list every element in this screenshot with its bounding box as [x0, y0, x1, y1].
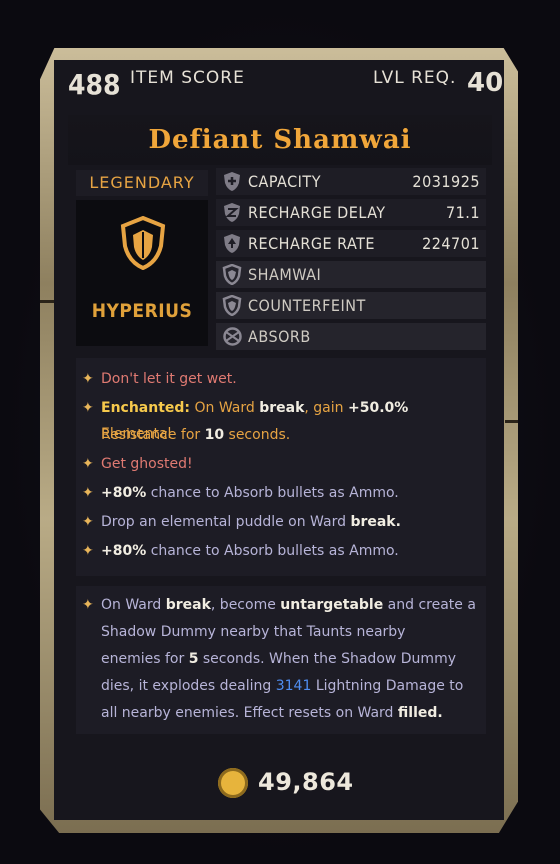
stat-recharge-delay: RECHARGE DELAY 71.1: [216, 199, 486, 226]
level-requirement-value: 40: [467, 68, 504, 98]
absorb-icon: [223, 327, 242, 346]
stat-label: COUNTERFEINT: [248, 296, 366, 315]
item-score-value: 488: [68, 68, 121, 101]
stat-label: RECHARGE RATE: [248, 234, 375, 253]
frame-crack: [40, 300, 54, 303]
shield-icon: [222, 295, 242, 316]
perk-text: +80% chance to Absorb bullets as Ammo.: [101, 543, 399, 559]
item-header: 488 ITEM SCORE LVL REQ. 40: [58, 62, 504, 102]
perk-text: Resistance for 10 seconds.: [101, 427, 291, 443]
stat-value: 224701: [422, 234, 480, 253]
perk-text: Get ghosted!: [101, 456, 193, 472]
manufacturer-logo: HYPERIUS: [91, 300, 193, 322]
perk-text: +80% chance to Absorb bullets as Ammo.: [101, 485, 399, 501]
stat-label: ABSORB: [248, 327, 311, 346]
stat-counterfeint: COUNTERFEINT: [216, 292, 486, 319]
currency-coin-icon: [218, 768, 248, 798]
frame-crack: [505, 420, 518, 423]
stat-label: SHAMWAI: [248, 265, 322, 284]
sparkle-icon: ✦: [82, 371, 94, 387]
description-text: On Ward break, become untargetable and c…: [101, 597, 476, 721]
stat-value: 2031925: [412, 172, 480, 191]
stat-label: CAPACITY: [248, 172, 321, 191]
sparkle-icon: ✦: [82, 514, 94, 530]
item-emblem-panel: HYPERIUS: [76, 200, 208, 346]
stat-capacity: CAPACITY 2031925: [216, 168, 486, 195]
sparkle-icon: ✦: [82, 400, 94, 416]
shield-icon: [222, 264, 242, 285]
stat-absorb: ABSORB: [216, 323, 486, 350]
perk-list: ✦ Don't let it get wet. ✦ Enchanted: On …: [76, 358, 486, 576]
rarity-label: LEGENDARY: [76, 170, 208, 196]
sparkle-icon: ✦: [82, 597, 94, 613]
level-requirement-label: LVL REQ.: [373, 68, 457, 88]
sparkle-icon: ✦: [82, 543, 94, 559]
perk-text: Don't let it get wet.: [101, 371, 237, 387]
sell-value: 49,864: [258, 768, 354, 796]
stat-recharge-rate: RECHARGE RATE 224701: [216, 230, 486, 257]
shield-clock-icon: [224, 203, 240, 222]
perk-text: Drop an elemental puddle on Ward break.: [101, 514, 401, 530]
shield-arrow-icon: [224, 234, 240, 253]
stat-value: 71.1: [445, 203, 480, 222]
shield-plus-icon: [224, 172, 240, 191]
sparkle-icon: ✦: [82, 456, 94, 472]
stat-label: RECHARGE DELAY: [248, 203, 386, 222]
shield-emblem-icon: [120, 216, 166, 270]
stat-shamwai: SHAMWAI: [216, 261, 486, 288]
item-name: Defiant Shamwai: [68, 115, 492, 165]
description-panel: ✦ On Ward break, become untargetable and…: [76, 586, 486, 734]
sparkle-icon: ✦: [82, 485, 94, 501]
item-score-label: ITEM SCORE: [130, 68, 245, 88]
